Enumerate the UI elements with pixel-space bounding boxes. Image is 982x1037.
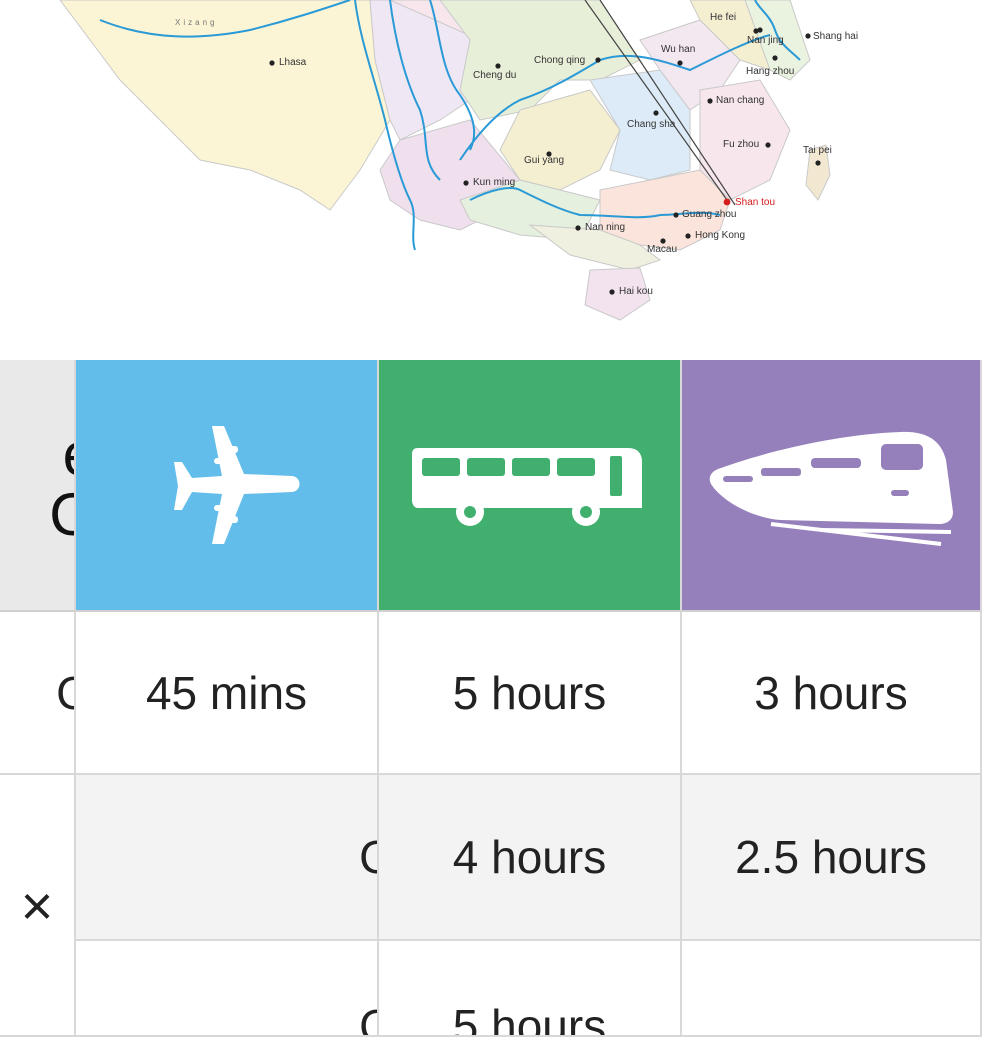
city-taipei: Tai pei: [803, 145, 832, 156]
table-row-2-bus: 4 hours: [379, 775, 682, 941]
train-icon: [709, 431, 953, 546]
table-row-2-train: 2.5 hours: [682, 775, 982, 941]
city-shanghai: Shang hai: [813, 31, 859, 42]
city-shantou: Shan tou: [735, 197, 776, 208]
first-column-header: e O: [0, 360, 76, 612]
city-fuzhou: Fu zhou: [723, 139, 760, 150]
city-nanning: Nan ning: [585, 222, 626, 233]
airplane-icon: [173, 426, 299, 544]
city-kunming: Kun ming: [473, 177, 516, 188]
row-2-first-value: O: [359, 830, 377, 884]
table-row-1-bus: 5 hours: [379, 612, 682, 775]
city-wuhan: Wu han: [661, 44, 696, 55]
city-hangzhou: Hang zhou: [746, 66, 795, 77]
city-hongkong: Hong Kong: [695, 230, 746, 241]
bus-header: [379, 360, 682, 612]
city-nanchang: Nan chang: [716, 95, 765, 106]
table-row-1-first: O: [0, 612, 76, 775]
row-3-first-value: O: [359, 999, 377, 1035]
first-column-header-text: e O: [0, 425, 74, 545]
train-header: [682, 360, 982, 612]
city-lhasa: Lhasa: [279, 57, 307, 68]
city-nanjing: Nan jing: [747, 35, 784, 46]
row-1-first-value: O: [56, 666, 74, 720]
china-map: Xizang Lhasa Cheng du Chong qing Wu han …: [0, 0, 982, 360]
table-row-2-plane-unavailable: ×: [0, 775, 76, 1037]
transport-comparison-table: e O: [0, 360, 982, 1037]
city-chengdu: Cheng du: [473, 70, 517, 81]
table-row-2-first: O: [76, 775, 379, 941]
map-region-label: Xizang: [175, 18, 218, 27]
city-changsha: Chang sha: [627, 119, 676, 130]
table-row-3-first: O: [76, 941, 379, 1037]
table-row-1-train: 3 hours: [682, 612, 982, 775]
table-row-3-bus: 5 hours: [379, 941, 682, 1037]
plane-header: [76, 360, 379, 612]
city-macau: Macau: [647, 244, 678, 255]
city-chongqing: Chong qing: [534, 55, 586, 66]
city-guiyang: Gui yang: [524, 155, 565, 166]
table-row-1-plane: 45 mins: [76, 612, 379, 775]
city-haikou: Hai kou: [619, 286, 653, 297]
city-guangzhou: Guang zhou: [682, 209, 737, 220]
city-hefei: He fei: [710, 12, 737, 23]
table-row-3-train: [682, 941, 982, 1037]
bus-icon: [411, 448, 642, 526]
